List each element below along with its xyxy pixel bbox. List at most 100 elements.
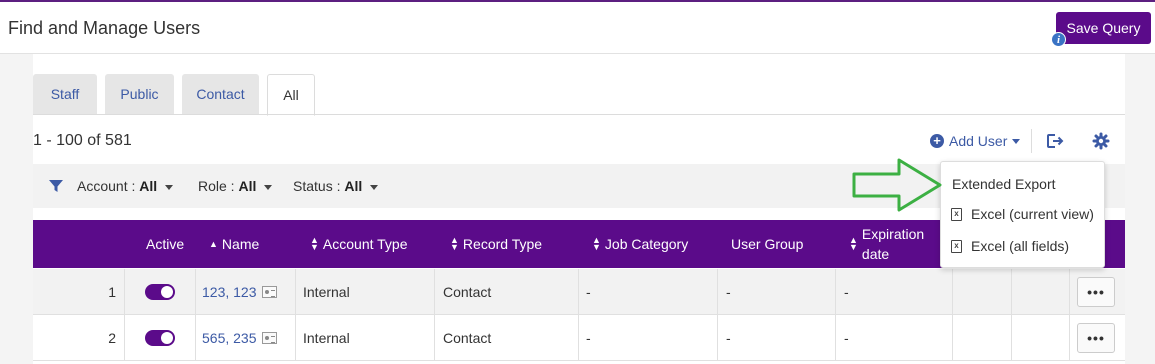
column-divider	[952, 269, 953, 315]
column-divider	[124, 315, 125, 361]
more-actions-button[interactable]: •••	[1077, 323, 1115, 353]
column-divider	[434, 269, 435, 315]
chevron-down-icon	[165, 184, 174, 190]
column-divider	[124, 269, 125, 315]
record-type-header-label: Record Type	[462, 236, 543, 252]
sort-icon: ▲ ▼	[450, 235, 459, 252]
expiration-cell: -	[844, 330, 849, 346]
account-type-header-label: Account Type	[322, 236, 408, 252]
user-group-cell: -	[726, 284, 731, 300]
column-divider	[578, 269, 579, 315]
excel-all-fields-label: Excel (all fields)	[971, 238, 1070, 254]
page-header: Find and Manage Users Save Query	[0, 2, 1155, 54]
job-category-cell: -	[586, 284, 591, 300]
expiration-header-line1: Expiration	[861, 226, 925, 242]
gear-icon[interactable]	[1092, 132, 1110, 155]
excel-file-icon: x	[951, 207, 962, 221]
column-header-name[interactable]: ▲ Name	[209, 220, 259, 268]
account-filter-value: All	[139, 178, 158, 194]
column-header-expiration-date[interactable]: ▲ ▼ Expiration date	[849, 220, 924, 268]
sort-icon: ▲ ▼	[592, 235, 601, 252]
table-row[interactable]: 1 123, 123 Internal Contact - - - •••	[33, 269, 1125, 315]
column-divider	[1069, 269, 1070, 315]
column-header-user-group[interactable]: User Group	[731, 220, 803, 268]
column-divider	[295, 315, 296, 361]
excel-current-view-label: Excel (current view)	[971, 206, 1094, 222]
green-arrow-annotation-icon	[852, 157, 944, 218]
column-divider	[295, 269, 296, 315]
expiration-header-line2: date	[861, 246, 890, 262]
export-dropdown-menu: Extended Export x Excel (current view) xE…	[940, 161, 1105, 268]
excel-current-view-option[interactable]: x Excel (current view)	[951, 206, 1094, 222]
column-divider	[195, 315, 196, 361]
expiration-cell: -	[844, 284, 849, 300]
info-icon[interactable]: i	[1051, 32, 1066, 47]
account-filter-label: Account :	[77, 178, 140, 194]
name-cell: 565, 235	[202, 315, 277, 361]
user-group-cell: -	[726, 330, 731, 346]
account-type-cell: Internal	[303, 330, 350, 346]
column-divider	[1011, 269, 1012, 315]
row-actions-cell: •••	[1077, 315, 1115, 361]
column-header-job-category[interactable]: ▲ ▼ Job Category	[592, 220, 688, 268]
contact-card-icon	[261, 332, 277, 344]
sort-icon: ▲ ▼	[310, 235, 319, 252]
job-category-cell: -	[586, 330, 591, 346]
column-divider	[1011, 315, 1012, 361]
status-filter[interactable]: Status : All	[293, 178, 379, 194]
status-filter-value: All	[344, 178, 363, 194]
active-toggle-cell	[145, 315, 175, 361]
chevron-down-icon	[1012, 138, 1021, 144]
filter-icon[interactable]	[49, 179, 63, 198]
tab-contact[interactable]: Contact	[182, 74, 259, 115]
excel-file-icon: x	[951, 239, 962, 253]
tab-staff[interactable]: Staff	[33, 74, 97, 115]
record-type-cell: Contact	[443, 284, 492, 300]
table-row[interactable]: 2 565, 235 Internal Contact - - - •••	[33, 315, 1125, 361]
column-divider	[578, 315, 579, 361]
result-count: 1 - 100 of 581	[33, 132, 132, 149]
role-filter[interactable]: Role : All	[198, 178, 273, 194]
tab-all[interactable]: All	[267, 74, 315, 116]
account-type-cell: Internal	[303, 284, 350, 300]
column-divider	[835, 315, 836, 361]
column-divider	[717, 269, 718, 315]
column-divider	[434, 315, 435, 361]
row-number: 2	[108, 330, 116, 346]
tab-public[interactable]: Public	[105, 74, 174, 115]
role-filter-label: Role :	[198, 178, 239, 194]
excel-all-fields-option[interactable]: x Excel (all fields)	[951, 238, 1069, 254]
more-actions-button[interactable]: •••	[1077, 277, 1115, 307]
row-actions-cell: •••	[1077, 269, 1115, 315]
page-title: Find and Manage Users	[8, 18, 201, 38]
row-number: 1	[108, 284, 116, 300]
active-toggle[interactable]	[145, 284, 175, 300]
role-filter-value: All	[238, 178, 257, 194]
expiration-header-label: Expiration date	[862, 224, 924, 264]
tab-underline	[33, 114, 1125, 115]
active-toggle[interactable]	[145, 330, 175, 346]
add-user-label: Add User	[949, 133, 1008, 149]
account-filter[interactable]: Account : All	[77, 178, 174, 194]
chevron-down-icon	[264, 184, 273, 190]
chevron-down-icon	[370, 184, 379, 190]
status-filter-label: Status :	[293, 178, 345, 194]
sort-ascending-icon: ▲	[209, 239, 218, 249]
user-name-link[interactable]: 123, 123	[202, 284, 257, 300]
column-divider	[1069, 315, 1070, 361]
record-type-cell: Contact	[443, 330, 492, 346]
column-header-active[interactable]: Active	[146, 220, 184, 268]
job-category-header-label: Job Category	[604, 236, 689, 252]
sort-icon: ▲ ▼	[849, 235, 858, 252]
save-query-button[interactable]: Save Query	[1056, 12, 1151, 44]
add-user-button[interactable]: + Add User	[930, 133, 1021, 149]
plus-circle-icon: +	[930, 134, 944, 148]
column-divider	[835, 269, 836, 315]
column-header-account-type[interactable]: ▲ ▼ Account Type	[310, 220, 408, 268]
name-cell: 123, 123	[202, 269, 277, 315]
export-icon[interactable]	[1046, 133, 1064, 154]
column-header-record-type[interactable]: ▲ ▼ Record Type	[450, 220, 542, 268]
user-name-link[interactable]: 565, 235	[202, 330, 257, 346]
toolbar-divider	[1031, 129, 1032, 153]
active-toggle-cell	[145, 269, 175, 315]
